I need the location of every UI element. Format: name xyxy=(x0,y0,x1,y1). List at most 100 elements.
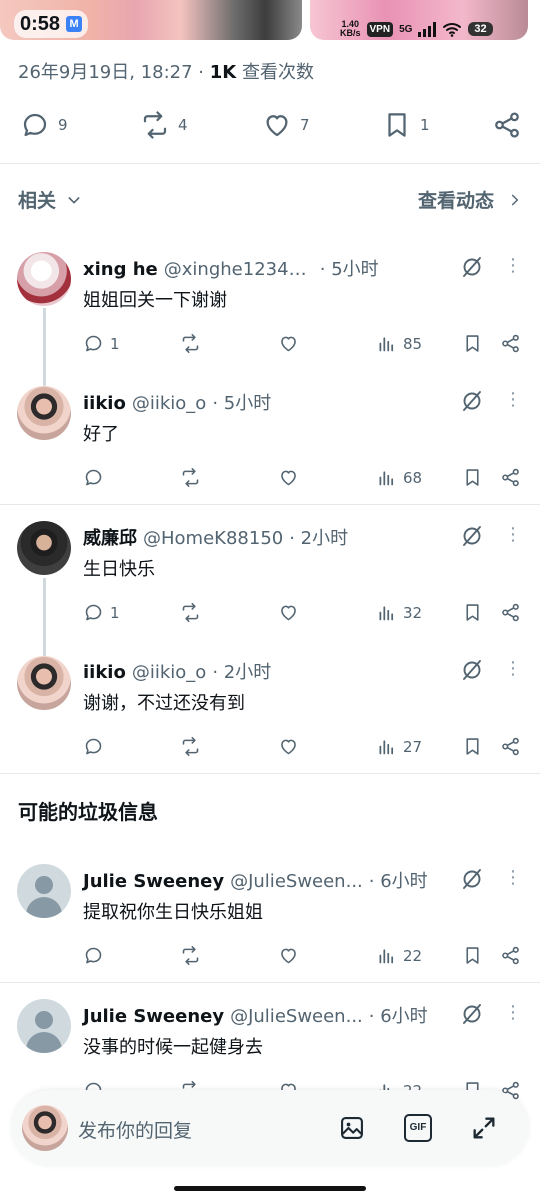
views-icon xyxy=(376,945,397,966)
user-name[interactable]: 威廉邱 xyxy=(83,524,137,550)
bookmark-icon xyxy=(462,467,483,488)
user-handle[interactable]: @xinghe1234131 xyxy=(164,259,314,280)
related-sort-dropdown[interactable]: 相关 xyxy=(18,186,82,213)
user-name[interactable]: Julie Sweeney xyxy=(83,1006,224,1027)
repost-button[interactable] xyxy=(180,602,201,623)
comment-icon xyxy=(83,736,104,757)
grok-icon[interactable] xyxy=(460,389,484,413)
bookmark-button[interactable]: 1 xyxy=(382,110,430,140)
grok-icon[interactable] xyxy=(460,1002,484,1026)
grok-icon[interactable] xyxy=(460,867,484,891)
reply-button[interactable] xyxy=(83,736,110,757)
reply-text: 生日快乐 xyxy=(83,559,155,580)
home-indicator[interactable] xyxy=(174,1186,366,1191)
signal-icon xyxy=(418,21,437,37)
reply-header: Julie Sweeney @JulieSween... · 6小时 xyxy=(83,1002,428,1028)
view-activity-link[interactable]: 查看动态 xyxy=(418,186,522,213)
share-button[interactable] xyxy=(500,602,521,623)
share-button[interactable] xyxy=(500,333,521,354)
like-button[interactable] xyxy=(278,945,299,966)
my-avatar xyxy=(22,1105,68,1151)
reply-header: iikio @iikio_o · 2小时 xyxy=(83,658,271,684)
more-icon[interactable]: ⋮ xyxy=(504,526,522,546)
like-button[interactable] xyxy=(278,602,299,623)
grok-icon[interactable] xyxy=(460,658,484,682)
avatar[interactable] xyxy=(17,999,71,1053)
post-date: 26年9月19日, 18:27 xyxy=(18,62,193,83)
status-indicators: 1.40 KB/s VPN 5G 32 xyxy=(340,18,493,40)
repost-button[interactable] xyxy=(180,736,201,757)
repost-button[interactable] xyxy=(180,467,201,488)
reply-button[interactable] xyxy=(83,467,110,488)
status-time: 0:58 M xyxy=(14,10,89,38)
battery-indicator: 32 xyxy=(468,22,493,36)
share-button[interactable] xyxy=(500,736,521,757)
reply-actions: 1 32 xyxy=(0,602,540,626)
image-icon[interactable] xyxy=(338,1114,366,1142)
views-button[interactable]: 32 xyxy=(376,602,422,623)
avatar[interactable] xyxy=(17,386,71,440)
views-button[interactable]: 85 xyxy=(376,333,422,354)
avatar[interactable] xyxy=(17,252,71,306)
share-button[interactable] xyxy=(500,945,521,966)
reply-button[interactable]: 9 xyxy=(20,110,68,140)
user-name[interactable]: xing he xyxy=(83,259,158,280)
reply-compose-bar[interactable]: 发布你的回复 GIF xyxy=(12,1090,528,1166)
reply-actions: 22 xyxy=(0,945,540,969)
more-icon[interactable]: ⋮ xyxy=(504,257,522,277)
bookmark-button[interactable] xyxy=(462,736,483,757)
grok-icon[interactable] xyxy=(460,255,484,279)
chevron-down-icon xyxy=(68,196,80,204)
user-handle[interactable]: @HomeK88150 xyxy=(143,528,283,549)
reply-button[interactable] xyxy=(83,945,110,966)
more-icon[interactable]: ⋮ xyxy=(504,660,522,680)
repost-button[interactable] xyxy=(180,945,201,966)
user-name[interactable]: Julie Sweeney xyxy=(83,871,224,892)
reply-button[interactable]: 1 xyxy=(83,333,120,354)
bookmark-icon xyxy=(462,945,483,966)
like-button[interactable] xyxy=(278,736,299,757)
timestamp: · 2小时 xyxy=(289,528,349,549)
bookmark-button[interactable] xyxy=(462,333,483,354)
views-count: 1K xyxy=(209,62,237,83)
user-handle[interactable]: @JulieSween... xyxy=(230,1006,363,1027)
avatar[interactable] xyxy=(17,864,71,918)
views-button[interactable]: 27 xyxy=(376,736,422,757)
more-icon[interactable]: ⋮ xyxy=(504,1004,522,1024)
gif-icon[interactable]: GIF xyxy=(404,1114,432,1142)
bookmark-button[interactable] xyxy=(462,602,483,623)
share-icon xyxy=(500,333,521,354)
reply-button[interactable]: 1 xyxy=(83,602,120,623)
user-handle[interactable]: @JulieSween... xyxy=(230,871,363,892)
reply-input[interactable]: 发布你的回复 xyxy=(78,1116,192,1143)
reply-text: 好了 xyxy=(83,424,119,445)
bookmark-icon xyxy=(462,736,483,757)
heart-icon xyxy=(278,467,299,488)
more-icon[interactable]: ⋮ xyxy=(504,391,522,411)
more-icon[interactable]: ⋮ xyxy=(504,869,522,889)
views-icon xyxy=(376,333,397,354)
like-button[interactable] xyxy=(278,333,299,354)
share-button[interactable] xyxy=(492,110,522,140)
avatar[interactable] xyxy=(17,656,71,710)
expand-icon[interactable] xyxy=(470,1114,498,1142)
like-button[interactable]: 7 xyxy=(262,110,310,140)
user-name[interactable]: iikio xyxy=(83,662,126,683)
bookmark-button[interactable] xyxy=(462,945,483,966)
views-icon xyxy=(376,736,397,757)
avatar[interactable] xyxy=(17,521,71,575)
repost-button[interactable]: 4 xyxy=(140,110,188,140)
repost-icon xyxy=(180,333,201,354)
grok-icon[interactable] xyxy=(460,524,484,548)
comment-icon xyxy=(83,467,104,488)
repost-button[interactable] xyxy=(180,333,201,354)
views-button[interactable]: 68 xyxy=(376,467,422,488)
user-handle[interactable]: @iikio_o xyxy=(132,662,206,683)
share-button[interactable] xyxy=(500,467,521,488)
reply-actions: 27 xyxy=(0,736,540,760)
like-button[interactable] xyxy=(278,467,299,488)
views-button[interactable]: 22 xyxy=(376,945,422,966)
bookmark-button[interactable] xyxy=(462,467,483,488)
user-handle[interactable]: @iikio_o xyxy=(132,393,206,414)
user-name[interactable]: iikio xyxy=(83,393,126,414)
